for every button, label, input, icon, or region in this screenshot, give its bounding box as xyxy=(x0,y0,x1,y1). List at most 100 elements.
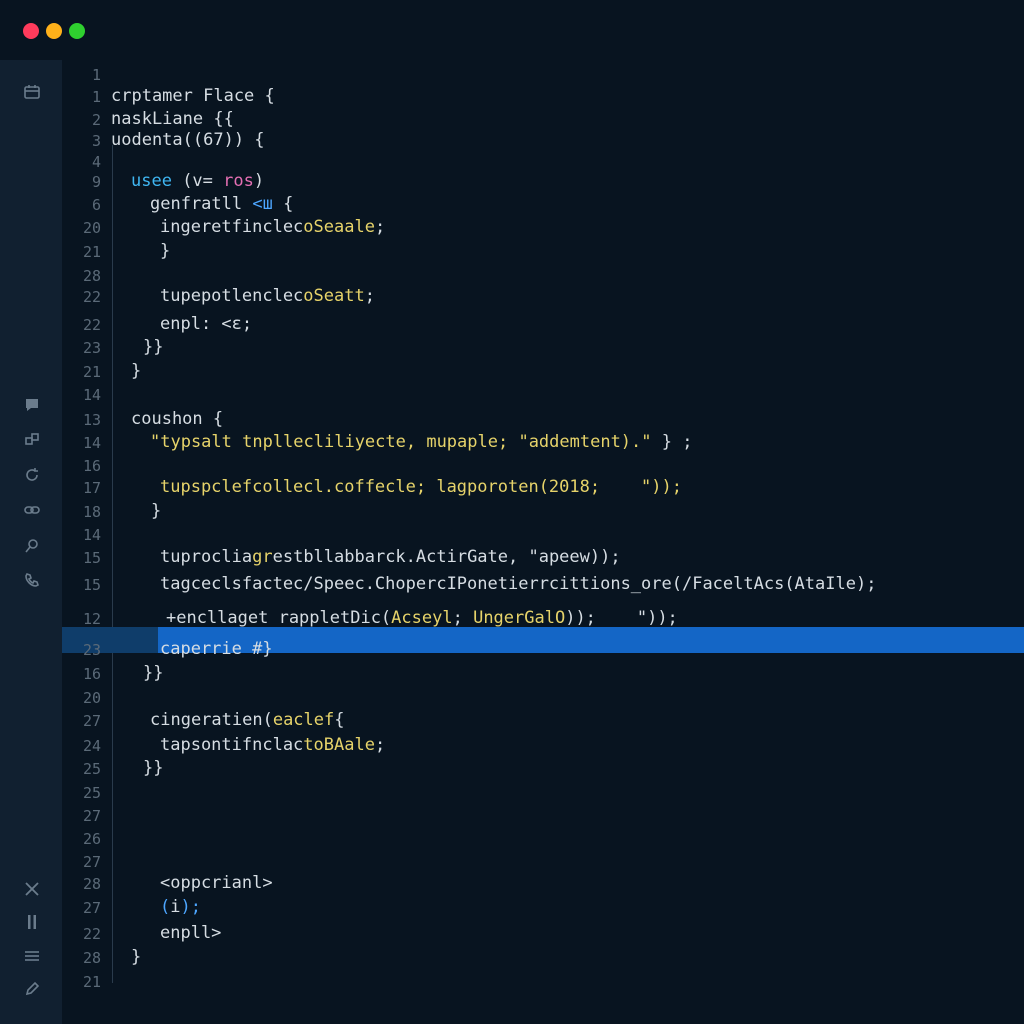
extensions-icon[interactable] xyxy=(21,428,43,450)
code-line[interactable]: }} xyxy=(143,336,163,358)
code-line[interactable]: enpll> xyxy=(160,922,221,944)
code-token: UngerGalO xyxy=(473,608,566,628)
line-number: 21 xyxy=(82,973,101,991)
code-token: toBAale xyxy=(303,735,375,755)
pencil-icon[interactable] xyxy=(21,978,43,1000)
phone-icon[interactable] xyxy=(21,569,43,591)
code-line[interactable]: cingeratien(eaclef{ xyxy=(150,709,345,731)
close-icon[interactable] xyxy=(21,878,43,900)
code-line[interactable]: <oppcrianl> xyxy=(160,872,273,894)
code-token: }} xyxy=(143,337,164,357)
code-line[interactable]: }} xyxy=(143,662,163,684)
code-line[interactable]: ingeretfinclecoSeaale; xyxy=(160,216,385,238)
code-line[interactable]: (i); xyxy=(160,896,201,918)
code-token: } xyxy=(131,361,142,381)
code-token: } ; xyxy=(651,432,693,452)
line-number: 23 xyxy=(82,641,101,659)
code-line[interactable]: } xyxy=(160,240,170,262)
line-number: 25 xyxy=(82,760,101,778)
code-line[interactable]: "typsalt tnpllecliliyecte, mupaple; "add… xyxy=(150,431,692,453)
pause-icon[interactable] xyxy=(21,911,43,933)
code-token: tapsontifnclac xyxy=(160,735,304,755)
code-token: ros xyxy=(223,171,254,191)
code-token: enpl: <ɛ; xyxy=(160,314,253,334)
line-number: 14 xyxy=(82,386,101,404)
code-token: eaclef xyxy=(272,710,335,730)
line-number: 24 xyxy=(82,737,101,755)
code-line[interactable]: tapsontifnclactoBAale; xyxy=(160,734,385,756)
code-token: uodenta((67)) { xyxy=(111,130,265,150)
code-line[interactable]: tuprocliagrestbllabbarck.ActirGate, "ape… xyxy=(160,546,621,568)
code-token: <ш xyxy=(252,194,273,214)
code-token: <oppcrianl> xyxy=(160,873,273,893)
line-number: 26 xyxy=(82,830,101,848)
code-token: ) xyxy=(253,171,265,191)
code-token: ; xyxy=(364,286,375,306)
search-icon[interactable] xyxy=(21,535,43,557)
line-number: 21 xyxy=(82,243,101,261)
code-token: Acseyl xyxy=(391,608,453,628)
code-token: ; xyxy=(374,217,386,237)
code-line[interactable]: }} xyxy=(143,757,163,779)
refresh-icon[interactable] xyxy=(21,464,43,486)
code-token: }} xyxy=(143,663,164,683)
code-token: { xyxy=(272,194,294,214)
line-number: 20 xyxy=(82,219,101,237)
code-token: ( xyxy=(160,897,171,917)
line-number: 17 xyxy=(82,479,101,497)
code-token: gr xyxy=(252,547,273,567)
chat-icon[interactable] xyxy=(21,394,43,416)
line-number: 27 xyxy=(82,899,101,917)
code-line[interactable]: +encllaget rappletDic(Acseyl; UngerGalO)… xyxy=(166,607,678,629)
line-number: 1 xyxy=(91,88,101,106)
line-number: 20 xyxy=(82,689,101,707)
code-line[interactable]: coushon { xyxy=(131,408,223,430)
code-line[interactable]: } xyxy=(151,500,161,522)
code-token: tuproclia xyxy=(160,547,253,567)
code-line[interactable]: naskLiane {{ xyxy=(111,108,234,130)
code-token: i xyxy=(170,897,181,917)
line-number: 12 xyxy=(82,610,101,628)
code-token: cingeratien( xyxy=(150,710,273,730)
line-number: 15 xyxy=(82,549,101,567)
text-selection xyxy=(158,627,1024,653)
line-number: 14 xyxy=(82,434,101,452)
code-line[interactable]: } xyxy=(131,946,141,968)
code-token: } xyxy=(131,947,142,967)
line-number: 16 xyxy=(82,457,101,475)
line-number: 28 xyxy=(82,267,101,285)
line-number: 27 xyxy=(82,807,101,825)
code-line[interactable]: } xyxy=(131,360,141,382)
code-line[interactable]: crptamer Flace { xyxy=(111,85,275,107)
line-number: 22 xyxy=(82,316,101,334)
code-token: "typsalt tnpllecliliyecte, mupaple; "add… xyxy=(150,432,652,452)
code-line[interactable]: usee (v= ros) xyxy=(131,170,264,192)
line-number: 27 xyxy=(82,712,101,730)
code-token: caperrie #} xyxy=(160,639,273,659)
link-icon[interactable] xyxy=(21,499,43,521)
code-line[interactable]: uodenta((67)) { xyxy=(111,129,265,151)
code-token: tagceclsfactec/Speec.ChopercIPonetierrci… xyxy=(160,574,877,594)
line-number: 3 xyxy=(91,132,101,150)
menu-icon[interactable] xyxy=(21,945,43,967)
line-number: 16 xyxy=(82,665,101,683)
code-token: +encllaget rappletDic( xyxy=(166,608,392,628)
code-line[interactable]: tupspclefcollecl.coffecle; lagporoten(20… xyxy=(160,476,682,498)
code-token: estbllabbarck.ActirGate, "apeew)); xyxy=(272,547,621,567)
line-number: 13 xyxy=(82,411,101,429)
code-line[interactable]: tupepotlenclecoSeatt; xyxy=(160,285,375,307)
code-line[interactable]: genfratll <ш { xyxy=(150,193,293,215)
code-token: oSeaale xyxy=(303,217,375,237)
code-token: enpll> xyxy=(160,923,222,943)
calendar-icon[interactable] xyxy=(21,81,43,103)
minimize-window-button[interactable] xyxy=(46,23,62,39)
line-number: 28 xyxy=(82,949,101,967)
code-line[interactable]: tagceclsfactec/Speec.ChopercIPonetierrci… xyxy=(160,573,876,595)
code-line[interactable]: enpl: <ɛ; xyxy=(160,313,252,335)
line-number: 21 xyxy=(82,363,101,381)
code-token: tupepotlenclec xyxy=(160,286,304,306)
maximize-window-button[interactable] xyxy=(69,23,85,39)
code-line[interactable]: caperrie #} xyxy=(160,638,273,660)
close-window-button[interactable] xyxy=(23,23,39,39)
line-number: 4 xyxy=(91,153,101,171)
